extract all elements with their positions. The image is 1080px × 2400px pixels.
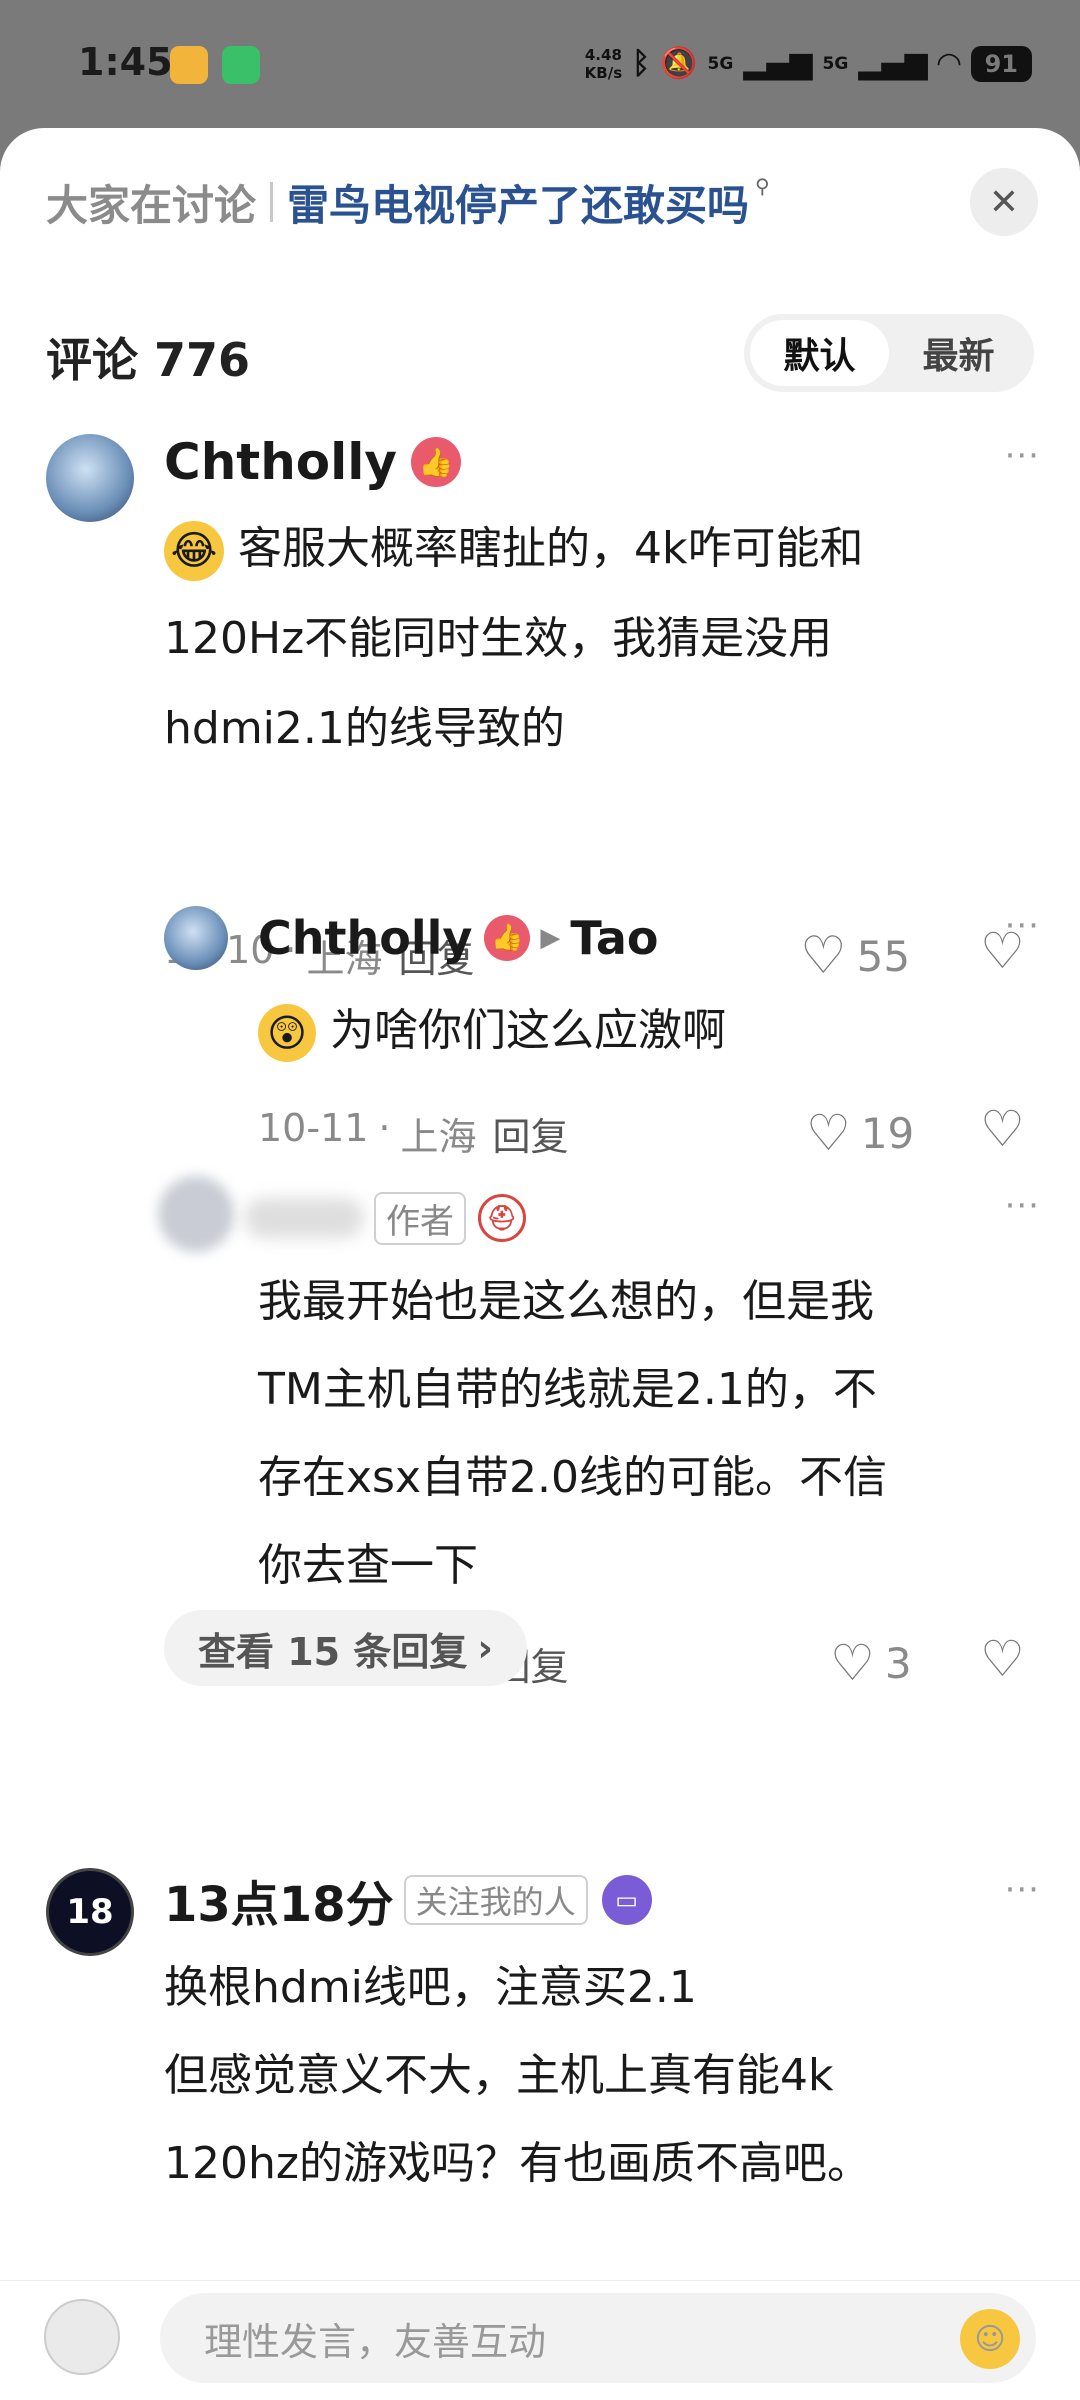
blurred-username[interactable] — [244, 1198, 364, 1238]
more-options-icon[interactable]: ··· — [1005, 436, 1040, 476]
like-button[interactable]: ♡ 3 — [830, 1634, 912, 1692]
username[interactable]: Chtholly — [258, 911, 472, 965]
like-button[interactable]: ♡ 19 — [806, 1104, 914, 1162]
reply-to-username[interactable]: Tao — [570, 911, 658, 965]
more-options-icon[interactable]: ··· — [1005, 1870, 1040, 1910]
like-count: 55 — [856, 931, 911, 981]
view-more-label: 查看 15 条回复 — [198, 1629, 468, 1674]
chevron-right-icon: › — [477, 1626, 494, 1670]
thumbs-up-badge-icon: 👍 — [484, 915, 531, 961]
signal-label-1: 5G — [707, 54, 734, 74]
comment-text-line: 客服大概率瞎扯的，4k咋可能和 — [238, 523, 864, 574]
green-app-icon — [222, 46, 260, 84]
helmet-badge-icon: ⛑ — [478, 1194, 526, 1242]
heart-icon: ♡ — [806, 1104, 851, 1162]
network-speed: 4.48 KB/s — [585, 46, 622, 82]
chat-badge-icon: ▭ — [601, 1875, 652, 1925]
reply-author-row: Chtholly 👍 ▶ Tao — [258, 906, 658, 970]
like-count: 3 — [884, 1638, 912, 1688]
follower-tag: 关注我的人 — [403, 1875, 588, 1925]
comment-text-line: 120Hz不能同时生效，我猜是没用 — [164, 613, 833, 664]
comment-author-row: 13点18分 关注我的人 ▭ — [164, 1865, 652, 1935]
comment-text: 😂 客服大概率瞎扯的，4k咋可能和 120Hz不能同时生效，我猜是没用 hdmi2… — [164, 504, 863, 774]
search-icon: ⚲ — [755, 174, 770, 198]
comment-text: 换根hdmi线吧，注意买2.1 但感觉意义不大，主机上真有能4k 120hz的游… — [164, 1944, 871, 2208]
thumbs-up-badge-icon: 👍 — [411, 437, 462, 487]
comment-text-line: 换根hdmi线吧，注意买2.1 — [164, 1962, 697, 2013]
comment-input-placeholder: 理性发言，友善互动 — [204, 2319, 547, 2364]
wifi-icon: ◠ — [937, 46, 961, 81]
avatar[interactable] — [46, 434, 134, 522]
avatar[interactable]: 18 — [46, 1868, 134, 1956]
comment-text-line: TM主机自带的线就是2.1的，不 — [258, 1364, 877, 1415]
network-speed-value: 4.48 — [584, 46, 622, 64]
comment-text-line: 我最开始也是这么想的，但是我 — [258, 1276, 874, 1327]
close-button[interactable]: ✕ — [970, 168, 1038, 236]
sort-toggle: 默认 最新 — [744, 314, 1034, 392]
signal-label-2: 5G — [822, 54, 849, 74]
avatar-clock-text: 18 — [66, 1892, 114, 1932]
more-options-icon[interactable]: ··· — [1005, 906, 1040, 946]
comment-text-line: 120hz的游戏吗？有也画质不高吧。 — [164, 2138, 871, 2189]
comment-text: 😲 为啥你们这么应激啊 — [258, 988, 726, 1074]
mute-icon: 🔕 — [660, 46, 698, 81]
bluetooth-icon: ᛒ — [632, 46, 651, 81]
avatar[interactable] — [158, 1176, 234, 1252]
comment-meta: 10-11 · 上海 回复 — [258, 1106, 569, 1161]
discussion-header: 大家在讨论 雷鸟电视停产了还敢买吗 ⚲ — [46, 172, 770, 232]
sort-default-button[interactable]: 默认 — [750, 320, 889, 386]
heart-icon: ♡ — [830, 1634, 875, 1692]
divider — [270, 182, 274, 222]
username[interactable]: Chtholly — [164, 433, 397, 491]
author-tag: 作者 — [374, 1191, 466, 1245]
dislike-button[interactable]: ♡ — [980, 1630, 1025, 1688]
comment-text-line: 存在xsx自带2.0线的可能。不信 — [258, 1452, 887, 1503]
signal-icon: ▂▄▆ — [858, 46, 928, 81]
comment-text-line: 你去查一下 — [258, 1540, 478, 1591]
comments-sheet: 大家在讨论 雷鸟电视停产了还敢买吗 ⚲ ✕ 评论 776 默认 最新 Chtho… — [0, 128, 1080, 2400]
sort-latest-button[interactable]: 最新 — [889, 320, 1028, 386]
comment-date: 10-11 — [258, 1106, 369, 1150]
comment-text-line: hdmi2.1的线导致的 — [164, 703, 565, 754]
username[interactable]: 13点18分 — [164, 1865, 394, 1935]
heart-icon: ♡ — [800, 926, 847, 986]
like-button[interactable]: ♡ 55 — [800, 926, 910, 986]
comment-text: 我最开始也是这么想的，但是我 TM主机自带的线就是2.1的，不 存在xsx自带2… — [258, 1258, 887, 1610]
comment-input-bar: 理性发言，友善互动 ☺ — [0, 2280, 1080, 2400]
emoji-picker-icon[interactable]: ☺ — [960, 2309, 1020, 2369]
my-avatar[interactable] — [44, 2299, 120, 2375]
comment-location: 上海 — [400, 1115, 477, 1159]
discussion-prefix: 大家在讨论 — [46, 180, 257, 230]
surprised-emoji-icon: 😲 — [258, 1004, 316, 1062]
comment-text-line: 为啥你们这么应激啊 — [330, 1005, 726, 1056]
laughing-emoji-icon: 😂 — [164, 521, 224, 581]
comment-author-row: Chtholly 👍 — [164, 430, 462, 494]
battery-icon: 91 — [970, 46, 1032, 82]
comment-count: 评论 776 — [46, 333, 251, 387]
more-options-icon[interactable]: ··· — [1005, 1186, 1040, 1226]
reply-button[interactable]: 回复 — [493, 1106, 569, 1161]
comment-text-line: 但感觉意义不大，主机上真有能4k — [164, 2050, 834, 2101]
status-bar: 1:45 4.48 KB/s ᛒ 🔕 5G ▂▄▆ 5G ▂▄▆ ◠ 91 — [0, 0, 1080, 128]
reply-author-row: 作者 ⛑ — [244, 1190, 526, 1246]
like-count: 19 — [860, 1108, 915, 1158]
view-more-replies-button[interactable]: 查看 15 条回复 › — [164, 1610, 528, 1686]
dislike-button[interactable]: ♡ — [980, 1100, 1025, 1158]
weibo-icon — [170, 46, 208, 84]
discussion-topic-link[interactable]: 雷鸟电视停产了还敢买吗 — [287, 172, 749, 233]
network-speed-unit: KB/s — [584, 64, 623, 82]
signal-icon: ▂▄▆ — [743, 46, 813, 81]
avatar[interactable] — [164, 906, 228, 970]
status-icons: 4.48 KB/s ᛒ 🔕 5G ▂▄▆ 5G ▂▄▆ ◠ 91 — [585, 44, 1032, 84]
status-time: 1:45 — [78, 40, 173, 84]
meta-dot: · — [378, 1106, 391, 1150]
reply-arrow-icon: ▶ — [540, 923, 561, 953]
comment-input[interactable]: 理性发言，友善互动 ☺ — [160, 2293, 1036, 2383]
